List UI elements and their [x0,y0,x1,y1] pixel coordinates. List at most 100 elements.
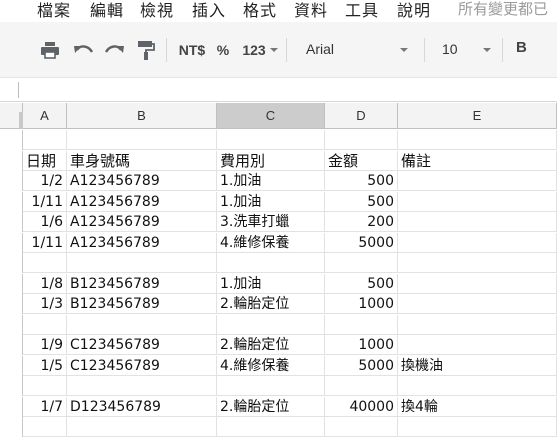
menu-view[interactable]: 檢視 [140,0,174,21]
cell-d[interactable] [325,417,398,437]
cell-c[interactable]: 4.維修保養 [217,355,325,376]
print-button[interactable] [38,38,62,62]
cell-c[interactable]: 2.輪胎定位 [217,396,325,417]
row-header[interactable] [0,130,23,150]
cell-d[interactable] [325,253,398,273]
row-header[interactable] [0,150,23,171]
cell-b[interactable]: C123456789 [67,335,217,355]
save-status[interactable]: 所有變更都已 [458,0,548,19]
column-header-a[interactable]: A [23,103,67,129]
paint-format-button[interactable] [134,38,158,62]
row-header[interactable] [0,376,23,396]
cell-c[interactable]: 3.洗車打蠟 [217,212,325,232]
cell-a[interactable]: 1/8 [23,273,67,294]
cell-b[interactable] [67,376,217,396]
row-header[interactable] [0,417,23,437]
cell-d[interactable]: 1000 [325,294,398,314]
cell-c[interactable]: 1.加油 [217,273,325,294]
row-header[interactable] [0,314,23,335]
redo-button[interactable] [102,38,126,62]
cell-c[interactable]: 1.加油 [217,191,325,212]
cell-c[interactable]: 2.輪胎定位 [217,335,325,355]
cell-e[interactable] [398,171,557,191]
column-header-b[interactable]: B [67,103,217,129]
menu-tools[interactable]: 工具 [345,0,379,21]
cell-c[interactable] [217,376,325,396]
cell-e[interactable] [398,335,557,355]
cell-b[interactable]: A123456789 [67,212,217,232]
cell-d[interactable] [325,314,398,335]
row-header[interactable] [0,294,23,314]
cell-e[interactable] [398,376,557,396]
cell-b[interactable]: 車身號碼 [67,150,217,171]
cell-e[interactable]: 備註 [398,150,557,171]
cell-a[interactable]: 1/5 [23,355,67,376]
cell-a[interactable]: 日期 [23,150,67,171]
cell-a[interactable] [23,253,67,273]
cell-c[interactable] [217,130,325,150]
cell-c[interactable]: 費用別 [217,150,325,171]
cell-e[interactable] [398,130,557,150]
cell-e[interactable] [398,191,557,212]
cell-e[interactable] [398,212,557,232]
cell-b[interactable]: A123456789 [67,191,217,212]
row-header[interactable] [0,232,23,253]
cell-d[interactable] [325,376,398,396]
cell-d[interactable]: 金額 [325,150,398,171]
font-family-select[interactable]: Arial [306,41,334,57]
cell-b[interactable]: B123456789 [67,294,217,314]
column-header-d[interactable]: D [325,103,398,129]
cell-e[interactable] [398,417,557,437]
cell-b[interactable]: B123456789 [67,273,217,294]
cell-c[interactable] [217,314,325,335]
menu-insert[interactable]: 插入 [192,0,226,21]
cell-b[interactable]: C123456789 [67,355,217,376]
row-header[interactable] [0,396,23,417]
cell-a[interactable]: 1/2 [23,171,67,191]
more-formats-button[interactable]: 123 [240,38,268,62]
bold-button[interactable]: B [516,39,527,56]
cell-e[interactable] [398,314,557,335]
cell-a[interactable] [23,130,67,150]
cell-e[interactable] [398,232,557,253]
row-header[interactable] [0,171,23,191]
cell-c[interactable] [217,253,325,273]
cell-b[interactable]: D123456789 [67,396,217,417]
row-header[interactable] [0,273,23,294]
percent-format-button[interactable]: % [214,38,232,62]
cell-d[interactable]: 1000 [325,335,398,355]
cell-d[interactable]: 200 [325,212,398,232]
cell-b[interactable]: A123456789 [67,171,217,191]
cell-d[interactable]: 40000 [325,396,398,417]
font-size-select[interactable]: 10 [442,41,458,57]
row-header[interactable] [0,191,23,212]
cell-a[interactable] [23,376,67,396]
cell-e[interactable] [398,253,557,273]
row-header[interactable] [0,355,23,376]
cell-a[interactable] [23,314,67,335]
cell-a[interactable] [23,417,67,437]
menu-format[interactable]: 格式 [243,0,277,21]
cell-a[interactable]: 1/11 [23,191,67,212]
cell-c[interactable]: 2.輪胎定位 [217,294,325,314]
cell-a[interactable]: 1/6 [23,212,67,232]
cell-d[interactable]: 5000 [325,355,398,376]
cell-a[interactable]: 1/7 [23,396,67,417]
cell-a[interactable]: 1/3 [23,294,67,314]
row-header[interactable] [0,253,23,273]
cell-b[interactable] [67,314,217,335]
column-header-e[interactable]: E [398,103,557,129]
cell-b[interactable] [67,417,217,437]
cell-d[interactable] [325,130,398,150]
cell-c[interactable]: 1.加油 [217,171,325,191]
cell-c[interactable] [217,417,325,437]
cell-b[interactable] [67,130,217,150]
cell-a[interactable]: 1/9 [23,335,67,355]
menu-help[interactable]: 說明 [397,0,431,21]
menu-edit[interactable]: 編輯 [90,0,124,21]
column-header-c[interactable]: C [217,103,325,129]
menu-file[interactable]: 檔案 [37,0,71,21]
cell-e[interactable]: 換機油 [398,355,557,376]
cell-d[interactable]: 500 [325,191,398,212]
currency-format-button[interactable]: NT$ [176,38,208,62]
